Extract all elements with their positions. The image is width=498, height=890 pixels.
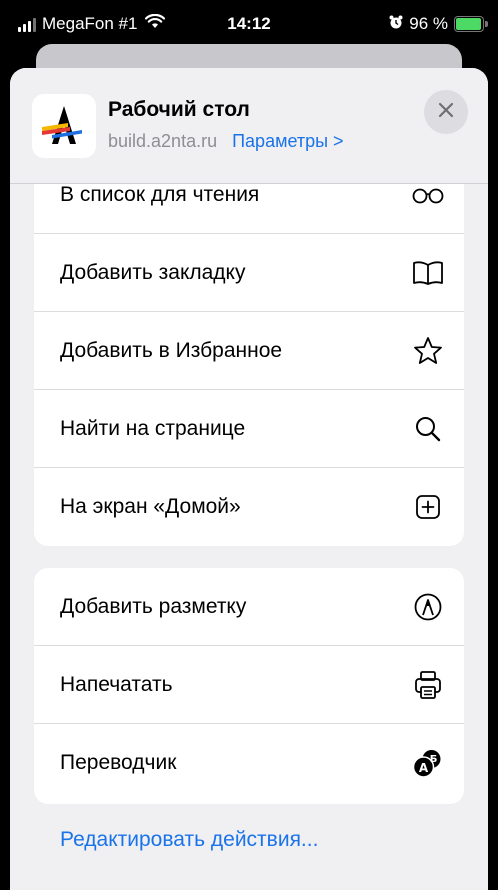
status-right: 96 %: [389, 14, 488, 34]
share-sheet: В список для чтения Добавить закладку До…: [10, 68, 488, 890]
action-label: Добавить разметку: [60, 594, 247, 618]
action-add-to-home[interactable]: На экран «Домой»: [34, 468, 464, 546]
close-icon: [438, 102, 454, 123]
action-label: В список для чтения: [60, 182, 260, 206]
action-find-on-page[interactable]: Найти на странице: [34, 390, 464, 468]
svg-text:Б: Б: [430, 754, 438, 765]
alarm-icon: [389, 14, 403, 34]
site-domain: build.a2nta.ru: [108, 131, 218, 151]
markup-icon: [410, 589, 446, 625]
action-translator[interactable]: Переводчик A Б: [34, 724, 464, 802]
site-subtitle: build.a2nta.ru Параметры >: [108, 131, 344, 152]
action-label: Найти на странице: [60, 416, 246, 440]
book-icon: [410, 255, 446, 291]
printer-icon: [410, 667, 446, 703]
edit-actions-link[interactable]: Редактировать действия...: [60, 828, 318, 852]
actions-group-primary: В список для чтения Добавить закладку До…: [34, 146, 464, 546]
action-add-bookmark[interactable]: Добавить закладку: [34, 234, 464, 312]
sheet-header: Рабочий стол build.a2nta.ru Параметры >: [10, 68, 488, 184]
action-markup[interactable]: Добавить разметку: [34, 568, 464, 646]
translate-icon: A Б: [410, 745, 446, 781]
action-print[interactable]: Напечатать: [34, 646, 464, 724]
action-label: Добавить в Избранное: [60, 338, 283, 362]
action-label: Переводчик: [60, 751, 177, 774]
action-label: На экран «Домой»: [60, 495, 241, 518]
battery-icon: [454, 16, 488, 32]
site-logo: [32, 94, 96, 158]
params-link[interactable]: Параметры >: [232, 131, 343, 151]
actions-group-secondary: Добавить разметку Напечатать Переводчик …: [34, 568, 464, 804]
action-label: Добавить закладку: [60, 260, 246, 284]
star-icon: [410, 333, 446, 369]
add-square-icon: [410, 489, 446, 525]
battery-percent: 96 %: [409, 14, 448, 33]
svg-text:A: A: [419, 761, 429, 775]
site-title: Рабочий стол: [108, 98, 250, 121]
action-label: Напечатать: [60, 672, 173, 696]
close-button[interactable]: [424, 90, 468, 134]
search-icon: [410, 411, 446, 447]
action-add-favorites[interactable]: Добавить в Избранное: [34, 312, 464, 390]
